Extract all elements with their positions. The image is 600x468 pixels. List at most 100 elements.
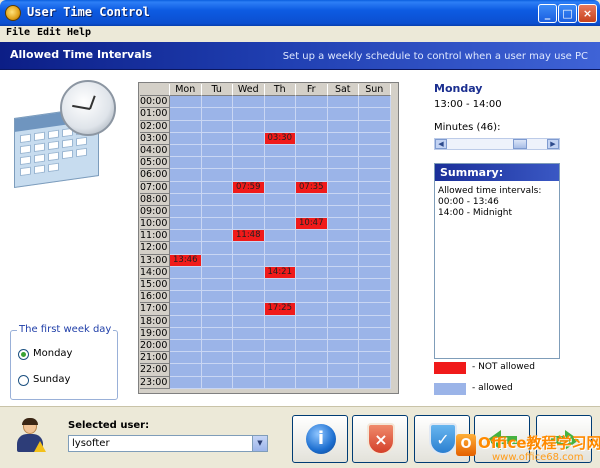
schedule-cell[interactable] — [359, 327, 391, 340]
schedule-cell[interactable] — [170, 96, 202, 109]
schedule-cell[interactable] — [233, 376, 265, 389]
schedule-cell[interactable] — [327, 218, 359, 231]
hour-header[interactable]: 19:00 — [140, 327, 170, 340]
schedule-cell[interactable] — [327, 315, 359, 328]
hour-header[interactable]: 07:00 — [140, 181, 170, 194]
schedule-cell[interactable] — [233, 218, 265, 231]
schedule-cell[interactable] — [359, 144, 391, 158]
day-header[interactable]: Sat — [327, 84, 359, 97]
schedule-cell[interactable] — [201, 169, 233, 182]
schedule-cell[interactable] — [233, 157, 265, 170]
schedule-cell[interactable] — [264, 242, 296, 255]
schedule-cell[interactable] — [201, 144, 233, 158]
schedule-cell[interactable] — [264, 157, 296, 170]
schedule-cell[interactable] — [233, 352, 265, 365]
menu-edit[interactable]: Edit — [37, 27, 61, 38]
schedule-cell[interactable] — [359, 218, 391, 231]
schedule-cell[interactable] — [264, 291, 296, 304]
schedule-cell-blocked[interactable]: 17:25 — [264, 303, 296, 316]
hour-header[interactable]: 17:00 — [140, 303, 170, 316]
schedule-cell[interactable] — [359, 339, 391, 353]
schedule-cell[interactable] — [170, 218, 202, 231]
schedule-cell[interactable] — [201, 157, 233, 170]
schedule-cell-blocked[interactable]: 14:21 — [264, 266, 296, 279]
schedule-cell[interactable] — [327, 242, 359, 255]
schedule-cell[interactable] — [233, 96, 265, 109]
schedule-cell[interactable] — [170, 315, 202, 328]
schedule-cell[interactable] — [170, 376, 202, 389]
schedule-cell[interactable] — [296, 327, 328, 340]
schedule-cell[interactable] — [264, 376, 296, 389]
schedule-cell[interactable] — [327, 364, 359, 377]
schedule-cell[interactable] — [170, 303, 202, 316]
schedule-cell[interactable] — [359, 315, 391, 328]
schedule-cell[interactable] — [264, 96, 296, 109]
schedule-cell[interactable] — [296, 339, 328, 353]
schedule-cell[interactable] — [327, 120, 359, 133]
schedule-cell[interactable] — [201, 193, 233, 206]
schedule-cell[interactable] — [359, 279, 391, 292]
cancel-button[interactable]: × — [352, 415, 408, 463]
schedule-cell[interactable] — [327, 144, 359, 158]
schedule-cell[interactable] — [264, 205, 296, 219]
hour-header[interactable]: 01:00 — [140, 108, 170, 121]
schedule-cell[interactable] — [359, 132, 391, 145]
schedule-cell[interactable] — [264, 230, 296, 243]
schedule-cell[interactable] — [201, 303, 233, 316]
schedule-cell[interactable] — [201, 315, 233, 328]
schedule-cell[interactable] — [170, 242, 202, 255]
schedule-cell[interactable] — [170, 339, 202, 353]
schedule-cell[interactable] — [264, 339, 296, 353]
schedule-cell[interactable] — [296, 193, 328, 206]
schedule-cell[interactable] — [359, 193, 391, 206]
schedule-cell[interactable] — [170, 205, 202, 219]
slider-thumb[interactable] — [513, 139, 527, 149]
schedule-cell[interactable] — [296, 169, 328, 182]
schedule-cell[interactable] — [296, 352, 328, 365]
hour-header[interactable]: 09:00 — [140, 205, 170, 219]
hour-header[interactable]: 21:00 — [140, 352, 170, 365]
schedule-cell[interactable] — [264, 169, 296, 182]
schedule-cell[interactable] — [359, 376, 391, 389]
minimize-button[interactable]: _ — [538, 4, 557, 23]
user-dropdown[interactable]: lysofter ▼ — [68, 435, 268, 452]
schedule-cell-blocked[interactable]: 07:35 — [296, 181, 328, 194]
menu-file[interactable]: File — [6, 27, 30, 38]
schedule-cell[interactable] — [327, 291, 359, 304]
schedule-cell[interactable] — [170, 132, 202, 145]
schedule-cell[interactable] — [359, 303, 391, 316]
hour-header[interactable]: 04:00 — [140, 144, 170, 158]
schedule-cell[interactable] — [201, 132, 233, 145]
schedule-cell[interactable] — [296, 364, 328, 377]
schedule-cell[interactable] — [233, 364, 265, 377]
schedule-cell[interactable] — [170, 144, 202, 158]
schedule-cell[interactable] — [233, 303, 265, 316]
slider-right-arrow-icon[interactable]: ▶ — [547, 139, 559, 149]
schedule-cell[interactable] — [296, 266, 328, 279]
slider-left-arrow-icon[interactable]: ◀ — [435, 139, 447, 149]
day-header[interactable]: Wed — [233, 84, 265, 97]
schedule-cell[interactable] — [201, 364, 233, 377]
close-button[interactable]: × — [578, 4, 597, 23]
hour-header[interactable]: 12:00 — [140, 242, 170, 255]
hour-header[interactable]: 02:00 — [140, 120, 170, 133]
schedule-cell[interactable] — [327, 132, 359, 145]
schedule-cell[interactable] — [296, 279, 328, 292]
menu-help[interactable]: Help — [67, 27, 91, 38]
schedule-cell[interactable] — [327, 327, 359, 340]
schedule-cell[interactable] — [359, 205, 391, 219]
schedule-cell[interactable] — [327, 266, 359, 279]
schedule-cell[interactable] — [327, 157, 359, 170]
schedule-cell[interactable] — [264, 193, 296, 206]
schedule-cell[interactable] — [359, 96, 391, 109]
schedule-cell[interactable] — [233, 254, 265, 267]
schedule-cell[interactable] — [327, 279, 359, 292]
schedule-cell-blocked[interactable]: 13:46 — [170, 254, 202, 267]
schedule-cell[interactable] — [264, 364, 296, 377]
hour-header[interactable]: 23:00 — [140, 376, 170, 389]
schedule-cell[interactable] — [233, 266, 265, 279]
hour-header[interactable]: 13:00 — [140, 254, 170, 267]
schedule-cell[interactable] — [170, 193, 202, 206]
schedule-cell[interactable] — [201, 254, 233, 267]
schedule-cell[interactable] — [359, 120, 391, 133]
